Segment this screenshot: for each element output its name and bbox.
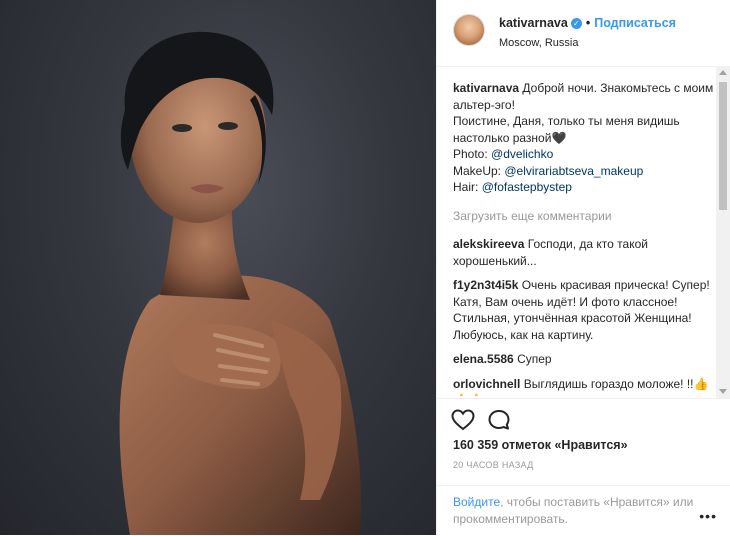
heart-icon[interactable] [451, 409, 475, 434]
comments-list[interactable]: kativarnava Доброй ночи. Знакомьтесь с м… [453, 80, 717, 396]
scroll-down-arrow-icon[interactable] [719, 389, 727, 394]
likes-count[interactable]: 160 359 отметок «Нравится» [453, 438, 628, 452]
action-bar [437, 398, 730, 439]
comment-username[interactable]: f1y2n3t4i5k [453, 278, 518, 292]
post-photo[interactable] [0, 0, 436, 535]
author-line: kativarnava ✓ • Подписаться [499, 16, 676, 30]
caption-line-2: Поистине, Даня, только ты меня видишь на… [453, 114, 680, 145]
comment-text: Супер [517, 352, 552, 366]
portrait-illustration [119, 31, 361, 535]
author-username[interactable]: kativarnava [499, 16, 568, 30]
more-options-icon[interactable]: ••• [699, 508, 717, 524]
comment-username[interactable]: elena.5586 [453, 352, 514, 366]
avatar[interactable] [453, 14, 485, 46]
location-link[interactable]: Moscow, Russia [499, 37, 578, 49]
login-prompt-text: Войдите, чтобы поставить «Нравится» или … [453, 494, 730, 528]
caption-makeup-label: MakeUp: [453, 163, 502, 178]
comment-icon[interactable] [487, 409, 511, 434]
verified-badge-icon: ✓ [570, 18, 582, 29]
follow-button[interactable]: Подписаться [594, 16, 676, 30]
caption-hair-label: Hair: [453, 180, 479, 194]
scrollbar-thumb[interactable] [719, 82, 727, 210]
post-header: kativarnava ✓ • Подписаться Moscow, Russia [437, 0, 730, 67]
caption-photo-label: Photo: [453, 147, 488, 161]
mention-makeup[interactable]: @elvirariabtseva_makeup [504, 164, 643, 178]
comment-item: f1y2n3t4i5k Очень красивая прическа! Суп… [453, 277, 717, 343]
mention-hair[interactable]: @fofastepbystep [482, 180, 572, 194]
scroll-up-arrow-icon[interactable] [719, 70, 727, 75]
comment-item: alekskireeva Господи, да кто такой хорош… [453, 236, 717, 269]
load-more-comments-button[interactable]: Загрузить еще комментарии [453, 208, 717, 225]
caption: kativarnava Доброй ночи. Знакомьтесь с м… [453, 80, 717, 196]
separator-dot: • [585, 16, 591, 30]
comment-item: orlovichnell Выглядишь гораздо моложе! !… [453, 376, 717, 397]
login-prompt: Войдите, чтобы поставить «Нравится» или … [437, 485, 730, 536]
login-link[interactable]: Войдите [453, 495, 500, 509]
post-sidebar: kativarnava ✓ • Подписаться Moscow, Russia … [436, 0, 730, 535]
post-timestamp[interactable]: 20 ЧАСОВ НАЗАД [453, 460, 534, 470]
comments-scrollbar[interactable] [716, 66, 730, 398]
comment-item: elena.5586 Супер [453, 351, 717, 368]
caption-username[interactable]: kativarnava [453, 81, 519, 95]
mention-photo[interactable]: @dvelichko [491, 147, 553, 161]
comment-username[interactable]: orlovichnell [453, 377, 520, 391]
instagram-post-page: kativarnava ✓ • Подписаться Moscow, Russia … [0, 0, 730, 535]
comment-username[interactable]: alekskireeva [453, 237, 524, 251]
